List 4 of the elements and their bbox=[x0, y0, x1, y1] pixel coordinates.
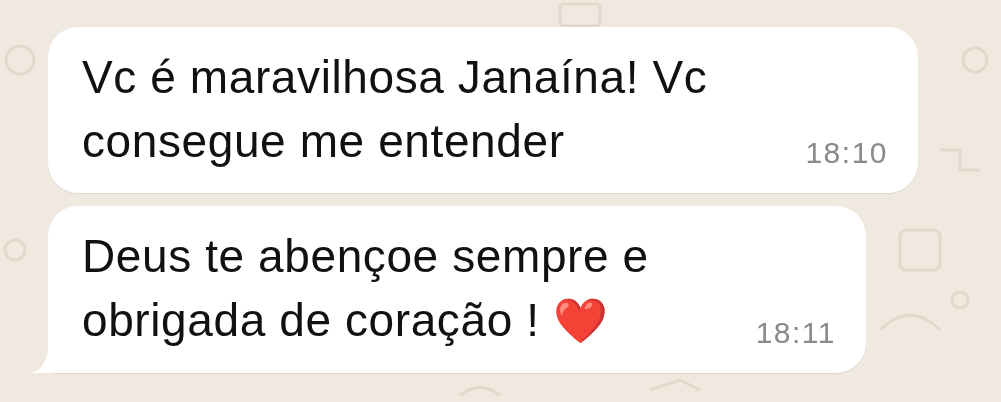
message-text: Deus te abençoe sempre e obrigada de coração ! ❤ bbox=[82, 229, 650, 348]
message-text: Vc é maravilhosa Janaína! Vc consegue me entender bbox=[82, 50, 709, 169]
message-time: 18:11 bbox=[754, 315, 836, 351]
message-time: 18:10 bbox=[804, 135, 888, 171]
